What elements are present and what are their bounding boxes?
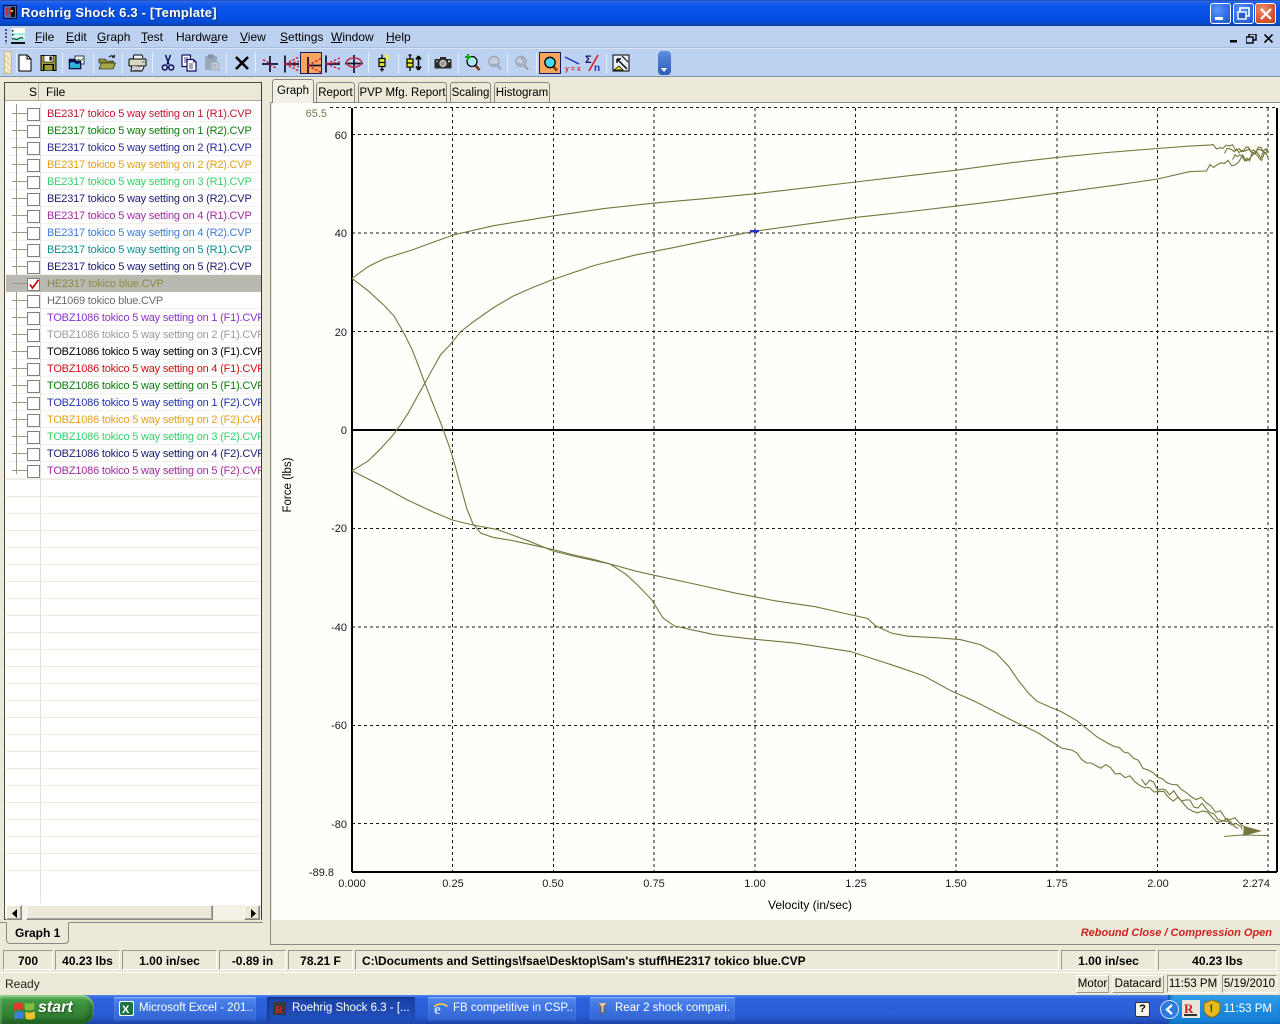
svg-text:-80: -80 — [331, 819, 347, 831]
svg-text:R: R — [1184, 1001, 1194, 1016]
svg-text:1.50: 1.50 — [945, 878, 966, 890]
svg-text:0.25: 0.25 — [442, 878, 463, 890]
svg-text:Force (lbs): Force (lbs) — [282, 457, 294, 512]
svg-text:0.75: 0.75 — [643, 878, 664, 890]
svg-text:X: X — [122, 1004, 130, 1016]
svg-text:1.00: 1.00 — [744, 878, 765, 890]
svg-text:1.75: 1.75 — [1046, 878, 1067, 890]
svg-text:0.50: 0.50 — [542, 878, 563, 890]
svg-text:-89.8: -89.8 — [309, 867, 334, 879]
svg-text:-20: -20 — [331, 523, 347, 535]
svg-text:60: 60 — [335, 130, 347, 142]
svg-text:Rebound Close / Compression Op: Rebound Close / Compression Open — [1081, 927, 1273, 939]
svg-text:1.25: 1.25 — [845, 878, 866, 890]
svg-text:-40: -40 — [331, 622, 347, 634]
svg-text:2.00: 2.00 — [1147, 878, 1168, 890]
svg-text:!: ! — [1210, 1003, 1214, 1015]
svg-text:-60: -60 — [331, 720, 347, 732]
svg-text:Velocity (in/sec): Velocity (in/sec) — [768, 898, 852, 912]
svg-text:20: 20 — [335, 327, 347, 339]
svg-text:2.274: 2.274 — [1242, 878, 1270, 890]
svg-text:Σ: Σ — [585, 54, 592, 66]
svg-text:0.000: 0.000 — [338, 878, 366, 890]
svg-text:y = x: y = x — [565, 66, 581, 73]
svg-text:n: n — [594, 63, 600, 73]
svg-text:0: 0 — [341, 425, 347, 437]
svg-text:R: R — [275, 1004, 284, 1016]
svg-text:65.5: 65.5 — [306, 108, 327, 120]
svg-text:40: 40 — [335, 228, 347, 240]
